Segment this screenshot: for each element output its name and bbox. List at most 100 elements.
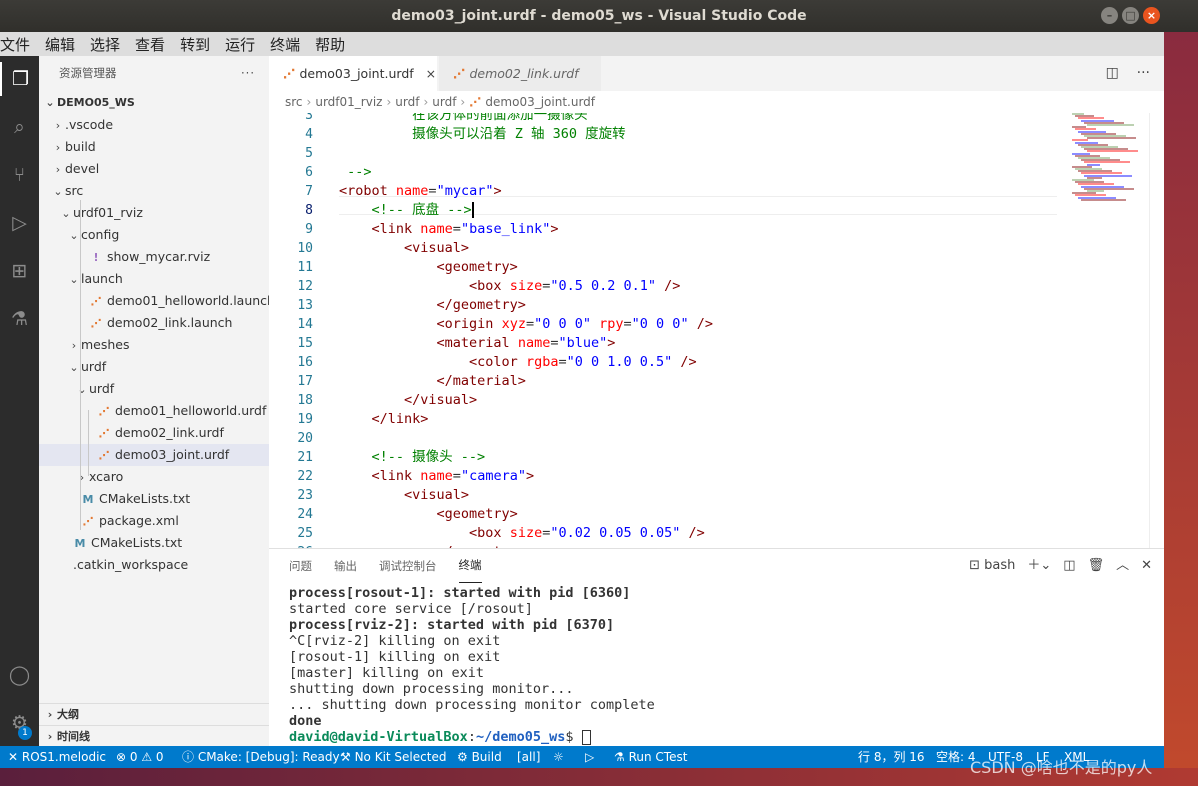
more-actions-icon[interactable]: ···: [241, 56, 255, 90]
menu-item[interactable]: 帮助: [315, 34, 352, 55]
tree-item[interactable]: .catkin_workspace: [39, 554, 269, 576]
code-editor[interactable]: 3456789101112131415161718192021222324252…: [269, 113, 1164, 548]
tree-item[interactable]: M CMakeLists.txt: [39, 532, 269, 554]
manage-gear-icon[interactable]: ⚙ 1: [0, 706, 39, 740]
menu-item[interactable]: 终端: [270, 34, 307, 55]
code-line[interactable]: <link name="camera">: [339, 467, 535, 486]
tree-item[interactable]: › build: [39, 136, 269, 158]
tree-item[interactable]: ⌄ src: [39, 180, 269, 202]
tab-demo03-joint[interactable]: ⋰ demo03_joint.urdf ×: [269, 56, 437, 91]
tree-item[interactable]: ⌄ launch: [39, 268, 269, 290]
tree-item[interactable]: M CMakeLists.txt: [39, 488, 269, 510]
code-line[interactable]: 在该方体的前面添加一摄像头: [339, 113, 588, 125]
tree-item[interactable]: ⋰ demo03_joint.urdf: [39, 444, 269, 466]
new-terminal-icon[interactable]: ＋⌄: [1027, 549, 1051, 583]
code-line[interactable]: -->: [339, 163, 371, 182]
tree-item[interactable]: ⌄ config: [39, 224, 269, 246]
testing-icon[interactable]: ⚗: [0, 302, 39, 336]
extensions-icon[interactable]: ⊞: [0, 254, 39, 288]
minimize-icon[interactable]: –: [1101, 7, 1118, 24]
more-actions-icon[interactable]: ···: [1137, 65, 1150, 81]
explorer-icon[interactable]: ❐: [0, 62, 39, 96]
code-line[interactable]: <robot name="mycar">: [339, 182, 502, 201]
menu-item[interactable]: 查看: [135, 34, 172, 55]
tree-item[interactable]: ⌄ urdf: [39, 356, 269, 378]
tree-item[interactable]: ⋰ demo02_link.urdf: [39, 422, 269, 444]
trash-icon[interactable]: 🗑: [1088, 549, 1105, 583]
terminal-shell-selector[interactable]: ⊡ bash: [969, 549, 1015, 583]
editor-scrollbar[interactable]: [1149, 113, 1163, 548]
kit-selector[interactable]: ⚒ No Kit Selected: [340, 746, 446, 768]
terminal-output[interactable]: process[rosout-1]: started with pid [636…: [289, 585, 1149, 745]
code-line[interactable]: <box size="0.5 0.2 0.1" />: [339, 277, 680, 296]
code-line[interactable]: <origin xyz="0 0 0" rpy="0 0 0" />: [339, 315, 713, 334]
code-line[interactable]: <box size="0.02 0.05 0.05" />: [339, 524, 705, 543]
panel-tab[interactable]: 问题: [289, 549, 312, 583]
code-line[interactable]: </material>: [339, 372, 526, 391]
minimap[interactable]: [1064, 113, 1154, 213]
menu-item[interactable]: 运行: [225, 34, 262, 55]
code-line[interactable]: <link name="base_link">: [339, 220, 559, 239]
breadcrumb-item[interactable]: urdf: [432, 95, 456, 109]
build-target[interactable]: [all]: [517, 746, 540, 768]
close-tab-icon[interactable]: ×: [426, 66, 436, 81]
search-icon[interactable]: ⌕: [0, 110, 39, 144]
tree-item[interactable]: ⋰ demo01_helloworld.urdf: [39, 400, 269, 422]
code-line[interactable]: <visual>: [339, 239, 469, 258]
terminal-prompt[interactable]: david@david-VirtualBox:~/demo05_ws$: [289, 729, 1149, 745]
breadcrumb-item[interactable]: urdf: [395, 95, 419, 109]
timeline-section[interactable]: › 时间线: [39, 725, 269, 747]
source-control-icon[interactable]: ⑂: [0, 158, 39, 192]
breadcrumb-item[interactable]: demo03_joint.urdf: [485, 95, 595, 109]
panel-tab[interactable]: 调试控制台: [379, 549, 437, 583]
account-icon[interactable]: ◯: [0, 658, 39, 692]
code-line[interactable]: <!-- 底盘 -->: [339, 201, 474, 220]
debug-icon[interactable]: ☼: [553, 746, 564, 768]
workspace-root[interactable]: ⌄ DEMO05_WS: [39, 92, 269, 114]
outline-section[interactable]: › 大纲: [39, 703, 269, 725]
tree-item[interactable]: ⋰ package.xml: [39, 510, 269, 532]
menu-item[interactable]: 选择: [90, 34, 127, 55]
split-terminal-icon[interactable]: ◫: [1063, 549, 1075, 583]
remote-indicator[interactable]: ✕ ROS1.melodic: [8, 746, 106, 768]
maximize-icon[interactable]: □: [1122, 7, 1139, 24]
code-line[interactable]: <geometry>: [339, 505, 518, 524]
maximize-panel-icon[interactable]: ︿: [1116, 549, 1129, 583]
code-line[interactable]: <visual>: [339, 486, 469, 505]
tree-item[interactable]: ⋰ demo01_helloworld.launch: [39, 290, 275, 312]
panel-tab[interactable]: 终端: [458, 549, 482, 583]
tree-item[interactable]: ! show_mycar.rviz: [39, 246, 269, 268]
tree-item[interactable]: ⌄ urdf: [39, 378, 269, 400]
tree-item[interactable]: ⋰ demo02_link.launch: [39, 312, 269, 334]
code-line[interactable]: </link>: [339, 410, 429, 429]
tree-item[interactable]: › .vscode: [39, 114, 269, 136]
code-line[interactable]: <!-- 摄像头 -->: [339, 448, 486, 467]
code-line[interactable]: </visual>: [339, 391, 477, 410]
build-button[interactable]: ⚙ Build: [457, 746, 502, 768]
tree-item[interactable]: ⌄ urdf01_rviz: [39, 202, 269, 224]
run-ctest-button[interactable]: ⚗ Run CTest: [614, 746, 687, 768]
code-line[interactable]: </geometry>: [339, 296, 526, 315]
code-line[interactable]: 摄像头可以沿着 Z 轴 360 度旋转: [339, 125, 626, 144]
menu-item[interactable]: 转到: [180, 34, 217, 55]
code-line[interactable]: <material name="blue">: [339, 334, 616, 353]
cmake-status[interactable]: ⓘ CMake: [Debug]: Ready: [182, 746, 340, 768]
code-line[interactable]: <color rgba="0 0 1.0 0.5" />: [339, 353, 697, 372]
breadcrumb-item[interactable]: src: [285, 95, 303, 109]
problems-indicator[interactable]: ⊗ 0 ⚠ 0: [116, 746, 164, 768]
split-editor-icon[interactable]: ◫: [1106, 65, 1119, 81]
breadcrumb-item[interactable]: urdf01_rviz: [315, 95, 382, 109]
close-window-icon[interactable]: ×: [1143, 7, 1160, 24]
menu-item[interactable]: 编辑: [45, 34, 82, 55]
tree-item[interactable]: › devel: [39, 158, 269, 180]
menu-item[interactable]: 文件: [0, 34, 37, 55]
panel-tab[interactable]: 输出: [334, 549, 357, 583]
tree-item[interactable]: › meshes: [39, 334, 269, 356]
cursor-position[interactable]: 行 8，列 16: [858, 746, 925, 768]
run-debug-icon[interactable]: ▷: [0, 206, 39, 240]
tree-item[interactable]: › xcaro: [39, 466, 269, 488]
close-panel-icon[interactable]: ✕: [1141, 549, 1152, 583]
tab-demo02-link[interactable]: ⋰ demo02_link.urdf: [439, 56, 601, 91]
code-line[interactable]: <geometry>: [339, 258, 518, 277]
run-icon[interactable]: ▷: [585, 746, 594, 768]
